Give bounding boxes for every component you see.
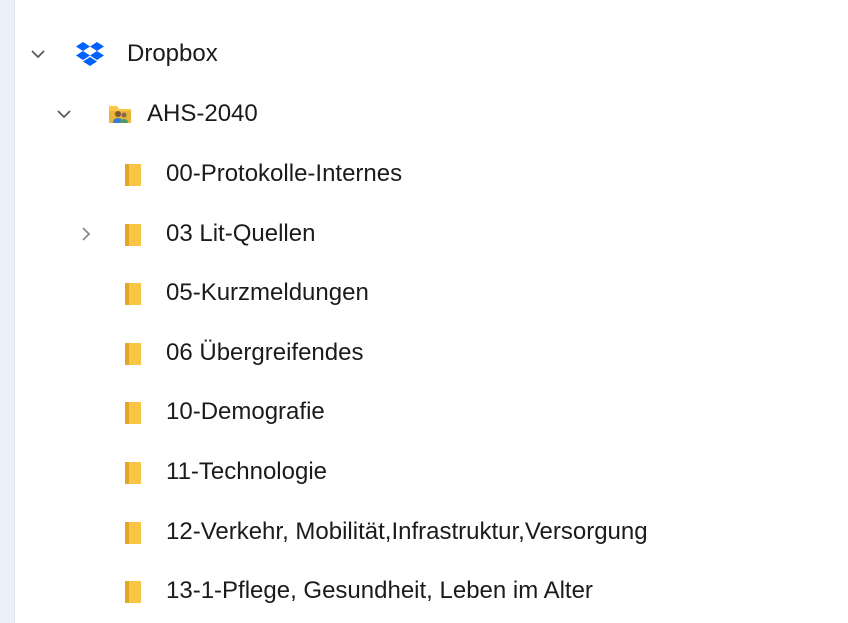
tree-item-label: 00-Protokolle-Internes bbox=[166, 160, 403, 187]
folder-icon bbox=[121, 399, 147, 425]
tree-item-folder[interactable]: 11-Technologie bbox=[15, 444, 848, 500]
tree-item-label: AHS-2040 bbox=[147, 100, 258, 127]
tree-item-label: 06 Übergreifendes bbox=[166, 339, 364, 366]
shared-folder-icon bbox=[107, 101, 133, 127]
tree-item-label: 13-1-Pflege, Gesundheit, Leben im Alter bbox=[166, 577, 593, 604]
folder-icon bbox=[121, 221, 147, 247]
tree-item-label: 11-Technologie bbox=[166, 458, 328, 485]
tree-item-folder[interactable]: 06 Übergreifendes bbox=[15, 325, 848, 381]
chevron-down-icon[interactable] bbox=[55, 105, 73, 123]
folder-icon bbox=[121, 459, 147, 485]
tree-item-folder[interactable]: 13-1-Pflege, Gesundheit, Leben im Alter bbox=[15, 563, 848, 619]
tree-item-folder[interactable]: 05-Kurzmeldungen bbox=[15, 265, 848, 321]
folder-icon bbox=[121, 280, 147, 306]
navigation-pane: Dropbox AHS-2040 00-Protokolle-Internes bbox=[14, 0, 848, 623]
tree-item-folder[interactable]: 00-Protokolle-Internes bbox=[15, 146, 848, 202]
tree-item-label: Dropbox bbox=[127, 40, 218, 67]
folder-icon bbox=[121, 519, 147, 545]
folder-icon bbox=[121, 161, 147, 187]
folder-icon bbox=[121, 578, 147, 604]
tree-item-folder[interactable]: 03 Lit-Quellen bbox=[15, 206, 848, 262]
tree-item-ahs-2040[interactable]: AHS-2040 bbox=[15, 86, 848, 142]
tree-item-folder[interactable]: 10-Demografie bbox=[15, 384, 848, 440]
chevron-right-icon[interactable] bbox=[77, 225, 95, 243]
dropbox-icon bbox=[75, 41, 104, 67]
tree-item-label: 10-Demografie bbox=[166, 398, 325, 425]
tree-item-folder[interactable]: 12-Verkehr, Mobilität,Infrastruktur,Vers… bbox=[15, 504, 848, 560]
tree-item-label: 12-Verkehr, Mobilität,Infrastruktur,Vers… bbox=[166, 518, 648, 545]
folder-icon bbox=[121, 340, 147, 366]
tree-item-label: 03 Lit-Quellen bbox=[166, 220, 316, 247]
chevron-down-icon[interactable] bbox=[29, 45, 47, 63]
tree-item-label: 05-Kurzmeldungen bbox=[166, 279, 369, 306]
tree-item-dropbox[interactable]: Dropbox bbox=[15, 26, 848, 82]
